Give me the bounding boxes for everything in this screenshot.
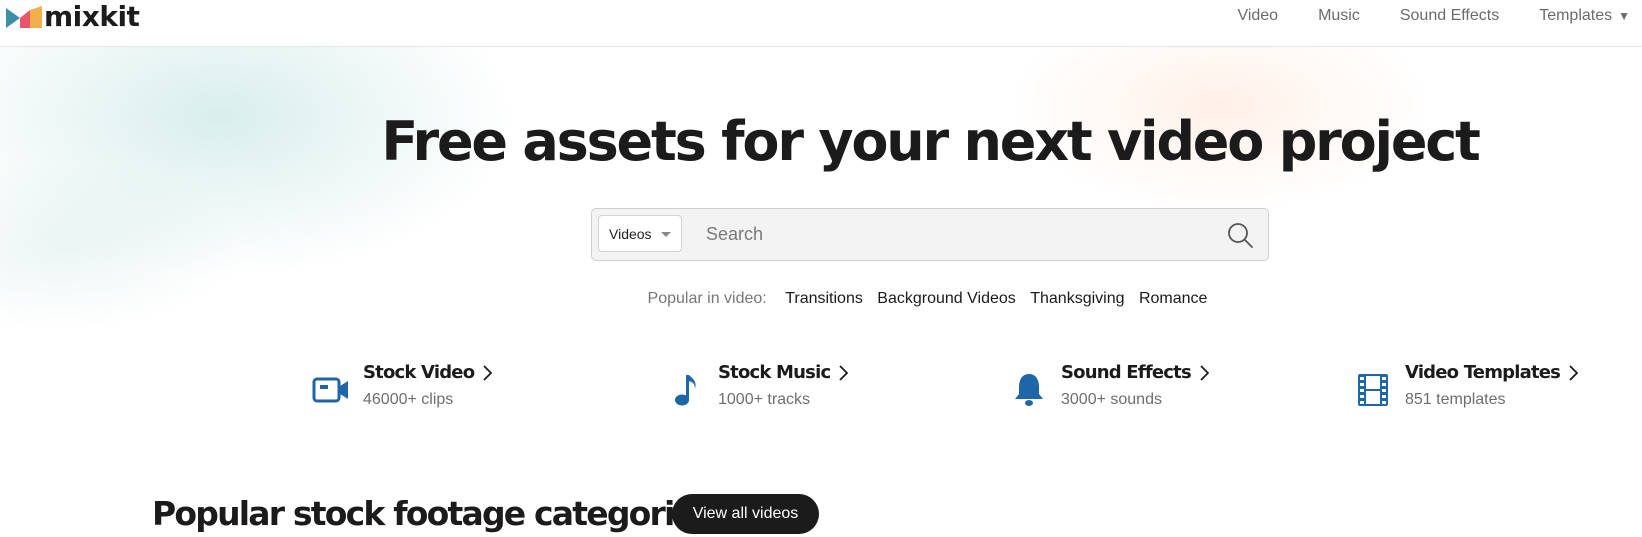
nav-video[interactable]: Video <box>1237 7 1278 25</box>
category-stock-video[interactable]: Stock Video 46000+ clips <box>311 360 493 416</box>
popular-tag[interactable]: Transitions <box>785 290 863 307</box>
top-header: mixkit Video Music Sound Effects Templat… <box>0 0 1642 47</box>
popular-tag[interactable]: Background Videos <box>877 290 1015 307</box>
category-title: Stock Music <box>718 360 849 386</box>
logo-wordmark: mixkit <box>44 0 140 33</box>
nav-sound-effects[interactable]: Sound Effects <box>1400 7 1499 25</box>
mixkit-logo[interactable]: mixkit <box>6 0 140 34</box>
category-subtitle: 46000+ clips <box>363 391 454 408</box>
search-bar: Videos <box>591 208 1269 261</box>
dropdown-caret-icon <box>661 232 671 237</box>
category-title-text: Stock Video <box>363 362 475 383</box>
search-type-select[interactable]: Videos <box>598 215 682 252</box>
popular-tags: Popular in video: Transitions Background… <box>0 290 1642 308</box>
nav-music[interactable]: Music <box>1318 7 1360 25</box>
popular-label: Popular in video: <box>647 290 767 307</box>
category-title: Stock Video <box>363 360 493 386</box>
nav-templates-label: Templates <box>1539 7 1613 24</box>
film-strip-icon <box>1353 370 1393 410</box>
mixkit-logo-mark-icon <box>6 6 42 28</box>
search-icon[interactable] <box>1226 221 1254 249</box>
category-stock-music[interactable]: Stock Music 1000+ tracks <box>666 360 849 416</box>
category-title: Video Templates <box>1405 360 1579 386</box>
chevron-right-icon <box>839 365 849 381</box>
popular-tag[interactable]: Romance <box>1139 290 1207 307</box>
view-all-videos-button[interactable]: View all videos <box>672 494 819 534</box>
category-title-text: Sound Effects <box>1061 362 1192 383</box>
category-subtitle: 1000+ tracks <box>718 391 811 408</box>
category-sound-effects[interactable]: Sound Effects 3000+ sounds <box>1009 360 1209 416</box>
chevron-right-icon <box>1200 365 1209 381</box>
search-type-value: Videos <box>609 225 652 242</box>
category-title: Sound Effects <box>1061 360 1209 386</box>
chevron-right-icon <box>483 365 493 381</box>
main-nav: Video Music Sound Effects Templates ▼ <box>1197 0 1630 32</box>
category-video-templates[interactable]: Video Templates 851 templates <box>1353 360 1579 416</box>
category-title-text: Video Templates <box>1405 362 1561 383</box>
chevron-right-icon <box>1569 365 1579 381</box>
music-note-icon <box>666 370 706 410</box>
bell-icon <box>1009 370 1049 410</box>
caret-down-icon: ▼ <box>1618 9 1630 23</box>
category-subtitle: 851 templates <box>1405 391 1506 408</box>
nav-templates[interactable]: Templates ▼ <box>1539 7 1630 25</box>
hero-title: Free assets for your next video project <box>381 110 1481 173</box>
category-subtitle: 3000+ sounds <box>1061 391 1162 408</box>
category-title-text: Stock Music <box>718 362 831 383</box>
popular-tag[interactable]: Thanksgiving <box>1030 290 1124 307</box>
search-input[interactable] <box>704 215 1188 254</box>
video-camera-icon <box>311 370 351 410</box>
section-title: Popular stock footage categories <box>152 494 714 533</box>
